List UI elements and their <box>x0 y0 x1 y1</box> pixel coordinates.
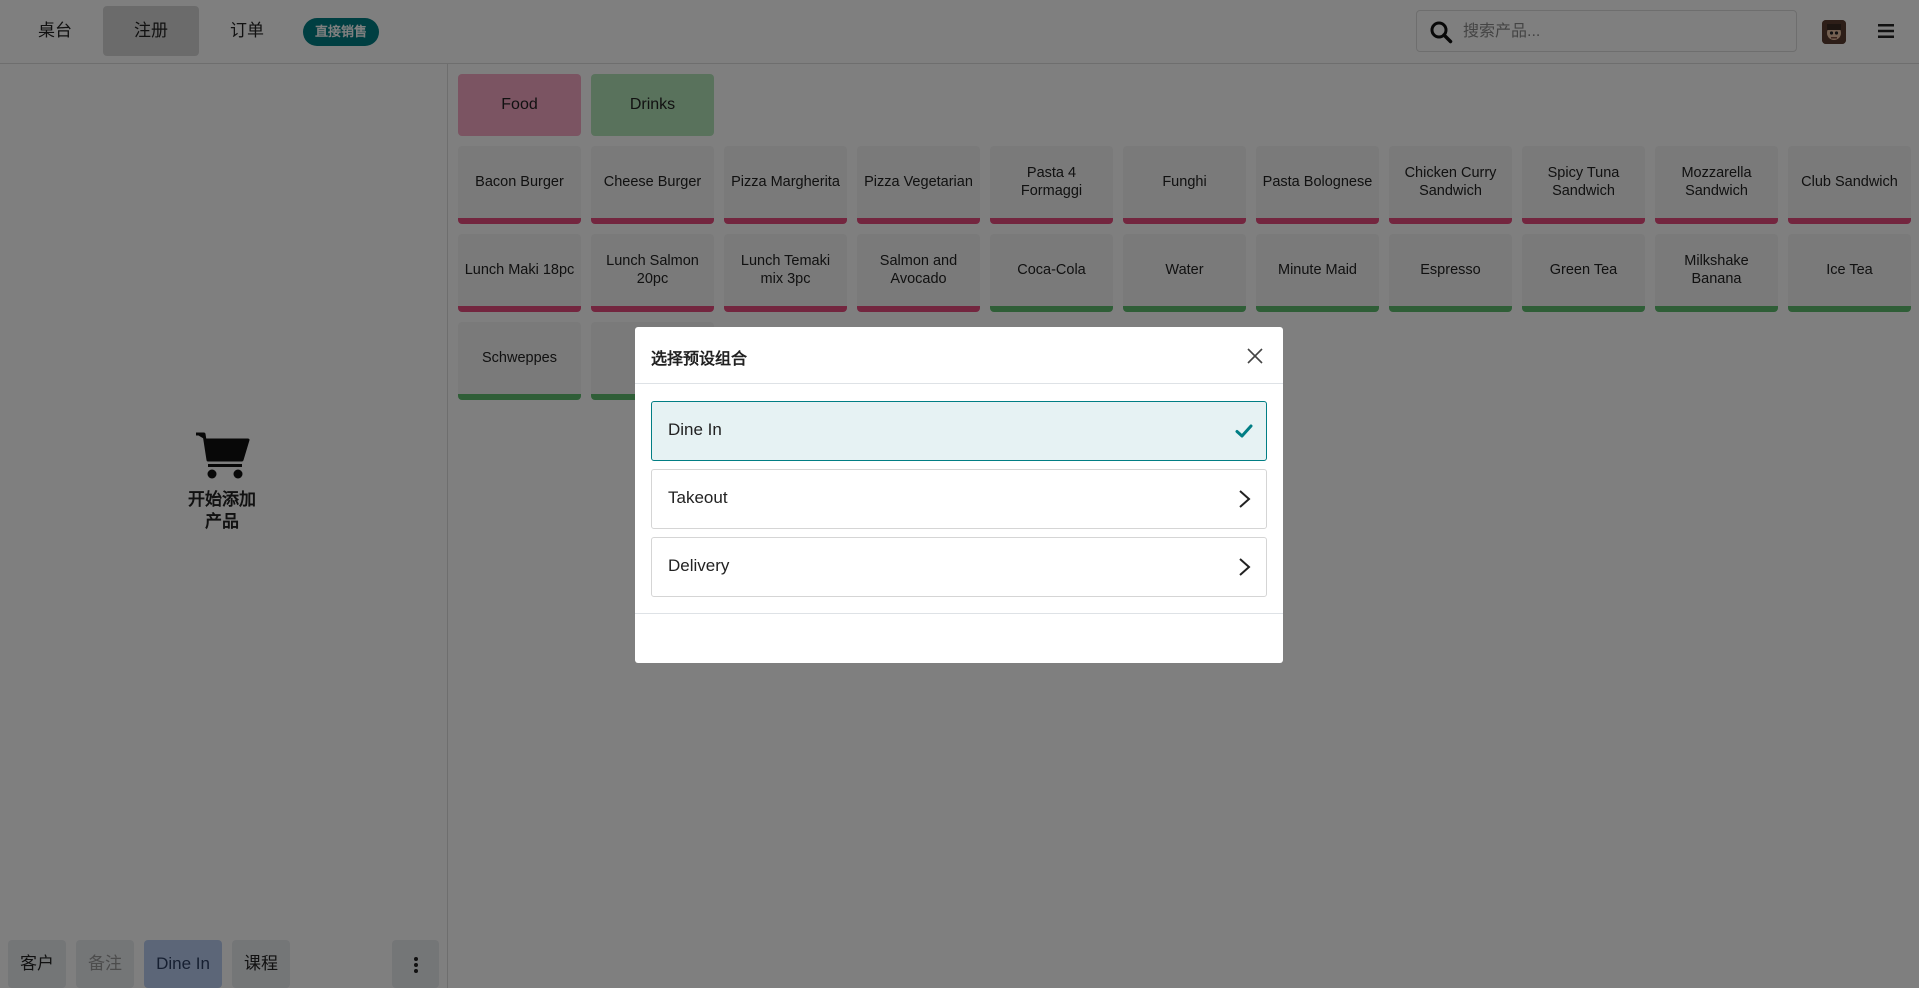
preset-option-label: Takeout <box>668 488 728 507</box>
preset-option-delivery[interactable]: Delivery <box>651 537 1267 597</box>
chevron-right-icon <box>1239 490 1251 508</box>
preset-option-label: Dine In <box>668 420 722 439</box>
dialog-footer <box>635 613 1283 663</box>
chevron-right-icon <box>1239 558 1251 576</box>
preset-selection-dialog: 选择预设组合 Dine In Takeout Delivery <box>635 327 1283 663</box>
preset-option-takeout[interactable]: Takeout <box>651 469 1267 529</box>
checkmark-icon <box>1235 424 1253 438</box>
preset-option-label: Delivery <box>668 556 730 575</box>
close-icon[interactable] <box>1244 345 1266 367</box>
dialog-header: 选择预设组合 <box>635 327 1283 384</box>
preset-option-dine-in[interactable]: Dine In <box>651 401 1267 461</box>
dialog-title: 选择预设组合 <box>651 351 748 368</box>
